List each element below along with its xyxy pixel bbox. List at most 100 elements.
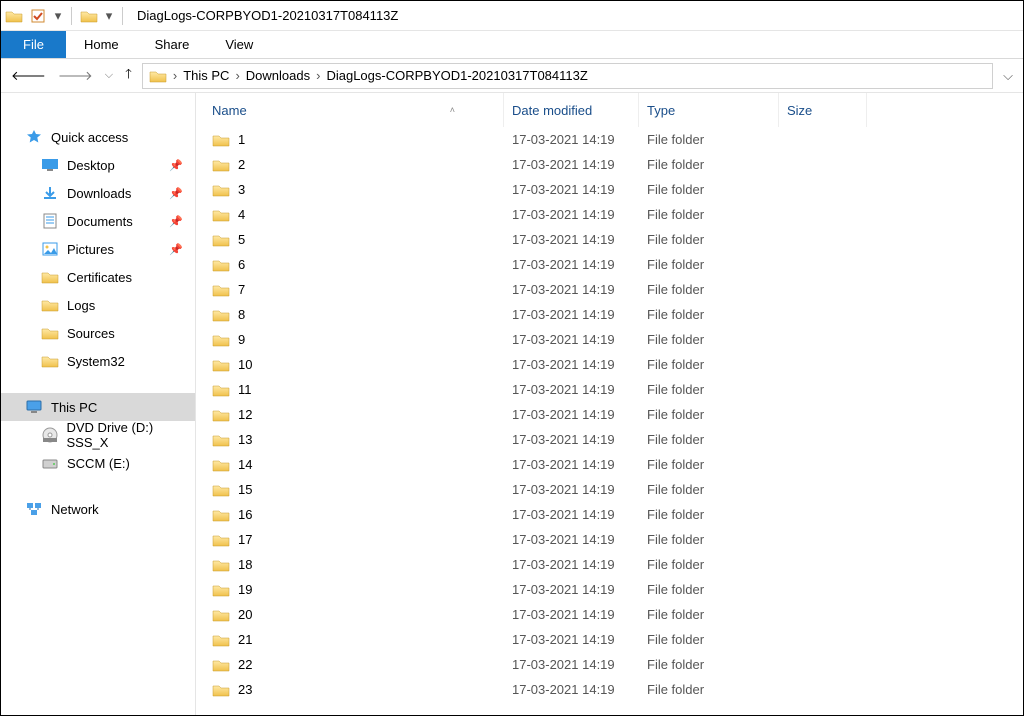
file-row[interactable]: 1017-03-2021 14:19File folder (204, 352, 1023, 377)
column-date[interactable]: Date modified (504, 93, 639, 127)
address-dropdown-icon[interactable]: ⌵ (1003, 68, 1013, 84)
file-date: 17-03-2021 14:19 (504, 532, 639, 547)
nav-bar: 🡐 🡒 ⌵ 🡑 › This PC › Downloads › DiagLogs-COR… (1, 59, 1023, 93)
folder-icon (212, 457, 230, 473)
nav-item-documents[interactable]: Documents📌 (1, 207, 195, 235)
file-row[interactable]: 2017-03-2021 14:19File folder (204, 602, 1023, 627)
file-row[interactable]: 2217-03-2021 14:19File folder (204, 652, 1023, 677)
file-date: 17-03-2021 14:19 (504, 357, 639, 372)
folder-icon (212, 507, 230, 523)
file-date: 17-03-2021 14:19 (504, 282, 639, 297)
file-date: 17-03-2021 14:19 (504, 607, 639, 622)
nav-item-label: Desktop (67, 158, 115, 173)
file-row[interactable]: 1117-03-2021 14:19File folder (204, 377, 1023, 402)
nav-item-system32[interactable]: System32 (1, 347, 195, 375)
nav-item-sources[interactable]: Sources (1, 319, 195, 347)
file-name: 8 (238, 307, 245, 322)
file-type: File folder (639, 582, 779, 597)
file-row[interactable]: 1717-03-2021 14:19File folder (204, 527, 1023, 552)
qat-properties-icon[interactable] (29, 8, 47, 24)
file-row[interactable]: 2117-03-2021 14:19File folder (204, 627, 1023, 652)
network-icon (25, 501, 43, 517)
tab-file[interactable]: File (1, 31, 66, 58)
breadcrumb[interactable]: Downloads (246, 68, 310, 83)
file-type: File folder (639, 332, 779, 347)
file-row[interactable]: 1817-03-2021 14:19File folder (204, 552, 1023, 577)
nav-this-pc-label: This PC (51, 400, 97, 415)
nav-item-downloads[interactable]: Downloads📌 (1, 179, 195, 207)
app-folder-icon (5, 8, 23, 24)
file-row[interactable]: 1617-03-2021 14:19File folder (204, 502, 1023, 527)
qat-folder-dropdown-icon[interactable]: ▾ (104, 8, 114, 24)
file-name: 7 (238, 282, 245, 297)
nav-up-icon[interactable]: 🡑 (125, 65, 132, 87)
nav-item-certificates[interactable]: Certificates (1, 263, 195, 291)
nav-recent-dropdown-icon[interactable]: ⌵ (105, 69, 113, 82)
file-date: 17-03-2021 14:19 (504, 257, 639, 272)
tab-file-label: File (23, 37, 44, 52)
breadcrumb[interactable]: DiagLogs-CORPBYOD1-20210317T084113Z (326, 68, 587, 83)
window-title: DiagLogs-CORPBYOD1-20210317T084113Z (137, 8, 398, 23)
file-row[interactable]: 117-03-2021 14:19File folder (204, 127, 1023, 152)
column-size[interactable]: Size (779, 93, 867, 127)
column-name[interactable]: Name ˄ (204, 93, 504, 127)
qat-dropdown-icon[interactable]: ▾ (53, 8, 63, 24)
file-row[interactable]: 1417-03-2021 14:19File folder (204, 452, 1023, 477)
sort-indicator-icon: ˄ (450, 105, 455, 115)
folder-icon (212, 657, 230, 673)
column-type-label: Type (647, 103, 675, 118)
file-name: 22 (238, 657, 252, 672)
nav-forward-icon[interactable]: 🡒 (58, 68, 93, 84)
column-type[interactable]: Type (639, 93, 779, 127)
address-folder-icon (149, 68, 167, 84)
file-row[interactable]: 1217-03-2021 14:19File folder (204, 402, 1023, 427)
nav-item-logs[interactable]: Logs (1, 291, 195, 319)
folder-icon (212, 132, 230, 148)
chevron-right-icon[interactable]: › (173, 68, 177, 83)
file-row[interactable]: 2317-03-2021 14:19File folder (204, 677, 1023, 702)
file-row[interactable]: 817-03-2021 14:19File folder (204, 302, 1023, 327)
file-row[interactable]: 19 17-03-2021 14:19File folder (204, 577, 1023, 602)
nav-item-desktop[interactable]: Desktop📌 (1, 151, 195, 179)
nav-item-pictures[interactable]: Pictures📌 (1, 235, 195, 263)
nav-drive[interactable]: DVD Drive (D:) SSS_X (1, 421, 195, 449)
qat-folder-icon[interactable] (80, 8, 98, 24)
nav-network[interactable]: Network (1, 495, 195, 523)
file-type: File folder (639, 207, 779, 222)
file-row[interactable]: 517-03-2021 14:19File folder (204, 227, 1023, 252)
address-bar[interactable]: › This PC › Downloads › DiagLogs-CORPBYOD1-2… (142, 63, 993, 89)
qat-separator (122, 7, 123, 25)
file-row[interactable]: 417-03-2021 14:19File folder (204, 202, 1023, 227)
file-row[interactable]: 1517-03-2021 14:19File folder (204, 477, 1023, 502)
tab-home[interactable]: Home (66, 31, 137, 58)
breadcrumb[interactable]: This PC (183, 68, 229, 83)
file-row[interactable]: 617-03-2021 14:19File folder (204, 252, 1023, 277)
file-row[interactable]: 917-03-2021 14:19File folder (204, 327, 1023, 352)
file-row[interactable]: 217-03-2021 14:19File folder (204, 152, 1023, 177)
file-date: 17-03-2021 14:19 (504, 582, 639, 597)
tab-view[interactable]: View (207, 31, 271, 58)
file-row[interactable]: 317-03-2021 14:19File folder (204, 177, 1023, 202)
nav-item-label: Documents (67, 214, 133, 229)
nav-this-pc[interactable]: This PC (1, 393, 195, 421)
nav-quick-access[interactable]: Quick access (1, 123, 195, 151)
file-name: 23 (238, 682, 252, 697)
file-row[interactable]: 717-03-2021 14:19File folder (204, 277, 1023, 302)
file-type: File folder (639, 307, 779, 322)
nav-drive[interactable]: SCCM (E:) (1, 449, 195, 477)
dvd-icon (41, 427, 59, 443)
tab-share[interactable]: Share (137, 31, 208, 58)
file-row[interactable]: 1317-03-2021 14:19File folder (204, 427, 1023, 452)
chevron-right-icon[interactable]: › (235, 68, 239, 83)
chevron-right-icon[interactable]: › (316, 68, 320, 83)
file-date: 17-03-2021 14:19 (504, 132, 639, 147)
file-type: File folder (639, 607, 779, 622)
file-name: 4 (238, 207, 245, 222)
folder-icon (212, 607, 230, 623)
file-date: 17-03-2021 14:19 (504, 407, 639, 422)
file-name: 19 (238, 582, 252, 597)
nav-back-icon[interactable]: 🡐 (11, 68, 46, 84)
file-name: 18 (238, 557, 252, 572)
file-date: 17-03-2021 14:19 (504, 332, 639, 347)
file-date: 17-03-2021 14:19 (504, 432, 639, 447)
